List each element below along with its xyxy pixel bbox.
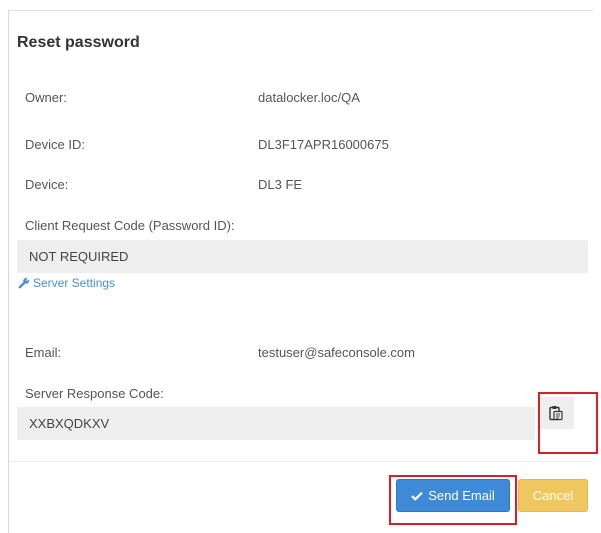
server-response-code-value: XXBXQDKXV — [29, 416, 110, 431]
owner-label: Owner: — [25, 90, 67, 105]
send-email-label: Send Email — [428, 488, 495, 503]
server-settings-label: Server Settings — [33, 276, 116, 290]
client-request-code-label: Client Request Code (Password ID): — [25, 218, 235, 233]
server-settings-link[interactable]: Server Settings — [18, 276, 115, 290]
clipboard-icon — [549, 406, 563, 421]
device-id-label: Device ID: — [25, 137, 85, 152]
server-response-code-field: XXBXQDKXV — [17, 407, 535, 440]
cancel-button[interactable]: Cancel — [518, 479, 588, 512]
server-response-code-label: Server Response Code: — [25, 386, 164, 401]
device-value: DL3 FE — [258, 177, 303, 192]
email-label: Email: — [25, 345, 62, 360]
cancel-label: Cancel — [532, 488, 574, 503]
owner-value: datalocker.loc/QA — [258, 90, 360, 105]
copy-to-clipboard-button[interactable] — [538, 397, 574, 429]
send-email-button[interactable]: Send Email — [396, 479, 510, 512]
wrench-icon — [18, 277, 30, 289]
checkmark-icon — [411, 491, 424, 501]
device-id-value: DL3F17APR16000675 — [258, 137, 389, 152]
footer-divider — [9, 461, 593, 462]
client-request-code-value: NOT REQUIRED — [29, 249, 129, 264]
client-request-code-field: NOT REQUIRED — [17, 240, 588, 273]
device-label: Device: — [25, 177, 69, 192]
email-value: testuser@safeconsole.com — [258, 345, 415, 360]
dialog-title: Reset password — [17, 34, 140, 51]
